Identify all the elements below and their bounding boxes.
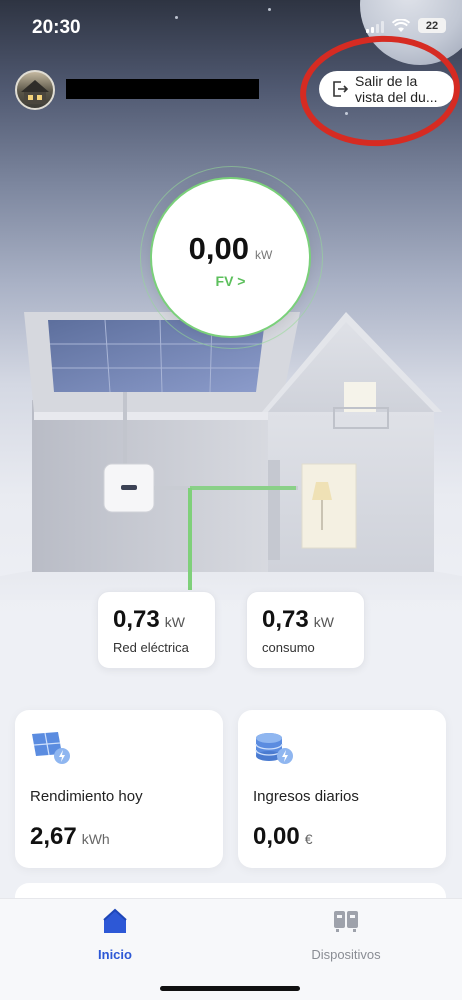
grid-power-label: Red eléctrica (113, 640, 189, 655)
consumption-card[interactable]: 0,73 kW consumo (246, 591, 365, 669)
daily-income-title: Ingresos diarios (253, 788, 359, 805)
solar-panel-icon (30, 730, 74, 766)
tab-devices[interactable]: Dispositivos (276, 907, 416, 962)
tab-home[interactable]: Inicio (45, 907, 185, 962)
yield-today-value: 2,67 (30, 823, 77, 850)
daily-income-card[interactable]: Ingresos diarios 0,00 € (238, 710, 446, 868)
battery-indicator: 22 (418, 18, 446, 33)
status-time: 20:30 (32, 17, 81, 38)
pv-power-unit: kW (255, 248, 273, 262)
star-decoration (175, 16, 178, 19)
tab-home-label: Inicio (98, 947, 132, 962)
grid-power-unit: kW (164, 614, 185, 630)
devices-icon (334, 911, 358, 932)
pv-gauge[interactable]: 0,00 kW FV > (150, 177, 311, 338)
avatar[interactable] (15, 70, 55, 110)
grid-power-value: 0,73 (113, 606, 160, 633)
pv-power-value: 0,00 (188, 231, 249, 266)
redacted-station-name (66, 79, 259, 99)
consumption-label: consumo (262, 640, 315, 655)
bottom-tab-bar: Inicio Dispositivos (0, 898, 462, 1000)
status-indicators: 22 (366, 18, 446, 33)
yield-today-title: Rendimiento hoy (30, 788, 143, 805)
grid-power-card[interactable]: 0,73 kW Red eléctrica (97, 591, 216, 669)
coins-icon (253, 730, 297, 766)
home-indicator (160, 986, 300, 991)
yield-today-card[interactable]: Rendimiento hoy 2,67 kWh (15, 710, 223, 868)
consumption-value: 0,73 (262, 606, 309, 633)
home-icon (103, 908, 127, 933)
wifi-icon (392, 18, 410, 32)
cellular-signal-icon (366, 19, 384, 33)
consumption-unit: kW (313, 614, 334, 630)
daily-income-value: 0,00 (253, 823, 300, 850)
star-decoration (268, 8, 271, 11)
tab-devices-label: Dispositivos (311, 947, 381, 962)
daily-income-unit: € (304, 831, 313, 847)
pv-detail-link[interactable]: FV > (152, 273, 309, 289)
yield-today-unit: kWh (81, 831, 110, 847)
